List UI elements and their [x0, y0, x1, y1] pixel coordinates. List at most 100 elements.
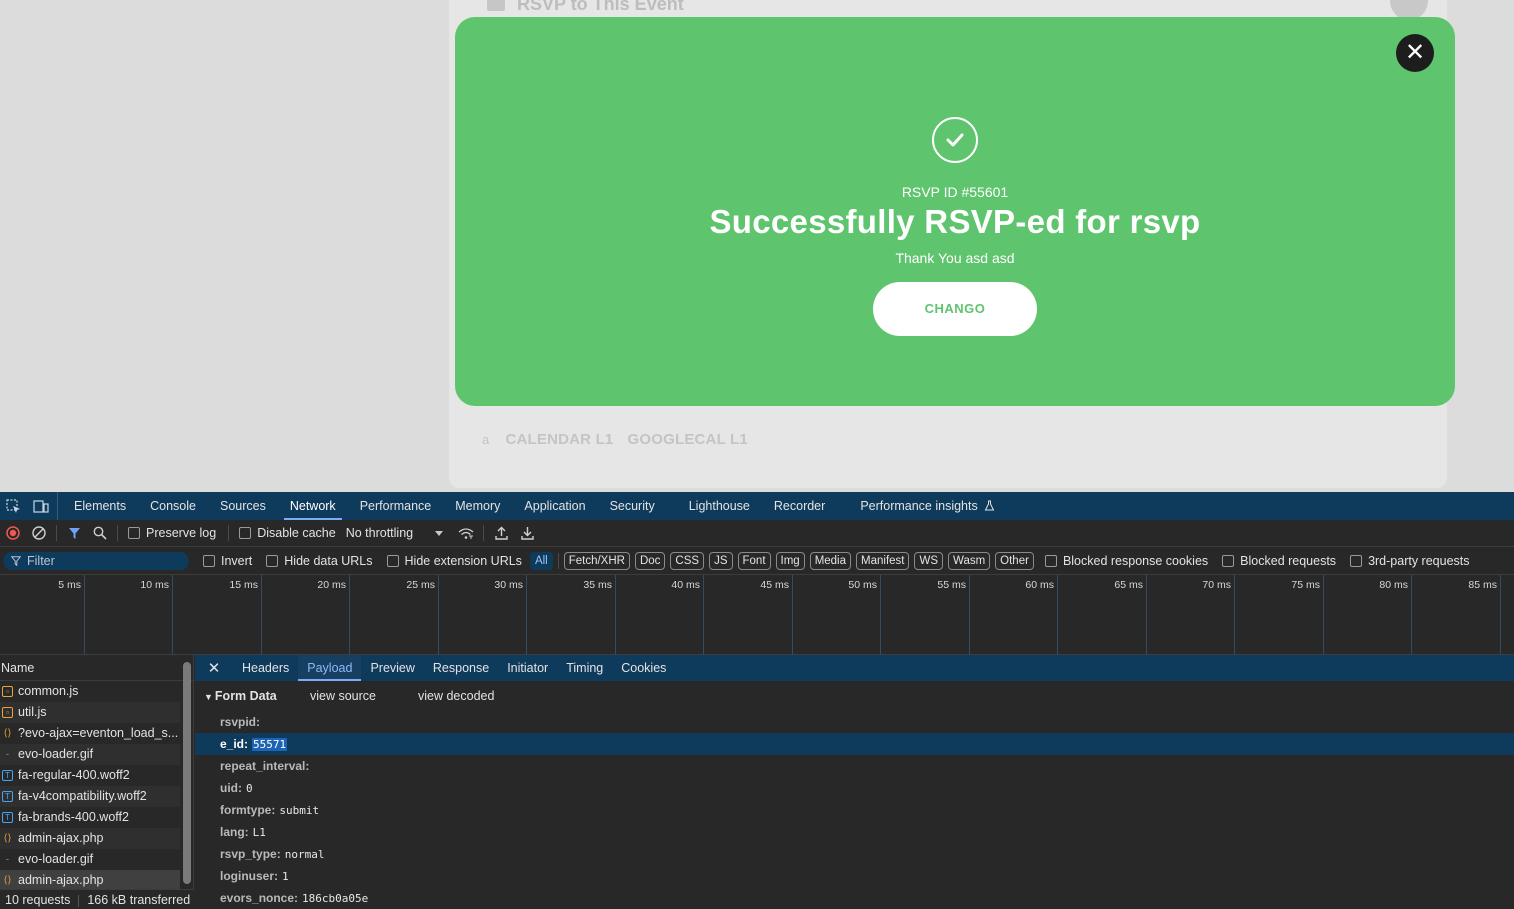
request-row[interactable]: - evo-loader.gif — [0, 744, 180, 765]
tab-timing[interactable]: Timing — [557, 655, 612, 681]
tab-recorder[interactable]: Recorder — [762, 492, 837, 520]
tab-elements[interactable]: Elements — [62, 492, 138, 520]
type-filter-all[interactable]: All — [529, 551, 553, 570]
change-rsvp-button[interactable]: CHANGO — [873, 282, 1037, 336]
form-data-row[interactable]: repeat_interval: — [195, 755, 1514, 777]
request-name: util.js — [18, 705, 47, 719]
form-data-row[interactable]: formtype: submit — [195, 799, 1514, 821]
check-circle-icon — [932, 117, 978, 163]
font-file-icon: T — [2, 812, 13, 823]
type-filter-other[interactable]: Other — [995, 551, 1034, 570]
tab-performance[interactable]: Performance — [348, 492, 444, 520]
form-data-row[interactable]: e_id: 55571 — [195, 733, 1514, 755]
device-toolbar-icon[interactable] — [33, 499, 49, 514]
blocked-response-cookies-checkbox[interactable]: Blocked response cookies — [1044, 554, 1208, 568]
form-data-row[interactable]: rsvpid: — [195, 711, 1514, 733]
type-filter-js[interactable]: JS — [709, 551, 733, 570]
tab-security[interactable]: Security — [598, 492, 667, 520]
tab-response[interactable]: Response — [424, 655, 498, 681]
form-key: formtype: — [220, 803, 276, 817]
request-row[interactable]: Tfa-regular-400.woff2 — [0, 765, 180, 786]
thank-you-text: Thank You asd asd — [895, 250, 1015, 266]
disable-cache-checkbox[interactable]: Disable cache — [239, 526, 336, 540]
throttling-select[interactable]: No throttling — [346, 526, 444, 540]
blocked-requests-checkbox[interactable]: Blocked requests — [1222, 554, 1336, 568]
form-data-row[interactable]: evors_nonce: 186cb0a05e — [195, 887, 1514, 909]
request-row[interactable]: Tfa-v4compatibility.woff2 — [0, 786, 180, 807]
form-key: evors_nonce: — [220, 891, 299, 905]
rsvp-success-modal: ✕ RSVP ID #55601 Successfully RSVP-ed fo… — [455, 17, 1455, 406]
filter-input[interactable]: Filter — [3, 551, 189, 570]
img-file-icon: - — [6, 854, 9, 864]
third-party-requests-checkbox[interactable]: 3rd-party requests — [1350, 554, 1470, 568]
type-filter-manifest[interactable]: Manifest — [856, 551, 910, 570]
network-timeline-overview[interactable]: 5 ms 10 ms 15 ms 20 ms 25 ms 30 ms 35 ms 40 ms 4… — [0, 575, 1514, 655]
tab-console[interactable]: Console — [138, 492, 208, 520]
tab-network[interactable]: Network — [278, 492, 348, 520]
request-name: fa-brands-400.woff2 — [18, 810, 129, 824]
xhr-file-icon: ⟨⟩ — [3, 728, 12, 739]
type-filter-css[interactable]: CSS — [670, 551, 705, 570]
clear-icon[interactable] — [26, 520, 52, 547]
close-icon[interactable]: ✕ — [195, 659, 233, 677]
request-row[interactable]: ⟨⟩ admin-ajax.php — [0, 870, 180, 891]
inspect-element-icon[interactable] — [6, 498, 21, 514]
success-headline: Successfully RSVP-ed for rsvp — [709, 203, 1201, 240]
font-file-icon: T — [2, 791, 13, 802]
form-data-row[interactable]: loginuser: 1 — [195, 865, 1514, 887]
form-data-row[interactable]: lang: L1 — [195, 821, 1514, 843]
type-filter-media[interactable]: Media — [809, 551, 852, 570]
import-har-icon[interactable] — [488, 520, 514, 547]
form-key: rsvpid: — [220, 715, 261, 729]
form-data-row[interactable]: uid: 0 — [195, 777, 1514, 799]
network-conditions-icon[interactable] — [453, 520, 479, 547]
tab-payload[interactable]: Payload — [298, 655, 362, 681]
tab-application[interactable]: Application — [512, 492, 597, 520]
request-row[interactable]: ▫ util.js — [0, 702, 180, 723]
tab-headers[interactable]: Headers — [233, 655, 298, 681]
form-value: 55571 — [252, 738, 288, 751]
tab-sources[interactable]: Sources — [208, 492, 278, 520]
form-value: 1 — [282, 870, 289, 883]
search-icon[interactable] — [87, 520, 113, 547]
tab-initiator[interactable]: Initiator — [498, 655, 557, 681]
tab-cookies[interactable]: Cookies — [612, 655, 675, 681]
type-filter-wasm[interactable]: Wasm — [948, 551, 991, 570]
preserve-log-checkbox[interactable]: Preserve log — [128, 526, 216, 540]
invert-checkbox[interactable]: Invert — [203, 554, 252, 568]
request-row[interactable]: ⟨⟩ admin-ajax.php — [0, 828, 180, 849]
form-data-row[interactable]: rsvp_type: normal — [195, 843, 1514, 865]
img-file-icon: - — [6, 749, 9, 759]
view-source-link[interactable]: view source — [310, 689, 376, 703]
record-stop-icon[interactable] — [0, 520, 26, 547]
calendar-icon: a — [482, 432, 490, 447]
type-filter-img[interactable]: Img — [775, 551, 805, 570]
hide-extension-urls-checkbox[interactable]: Hide extension URLs — [386, 554, 522, 568]
view-decoded-link[interactable]: view decoded — [418, 689, 494, 703]
filter-funnel-icon[interactable] — [61, 520, 87, 547]
calendar-link[interactable]: CALENDAR L1 — [505, 431, 613, 448]
form-data-toggle[interactable]: ▼ Form Data — [204, 689, 310, 703]
request-row[interactable]: - evo-loader.gif — [0, 849, 180, 870]
hide-data-urls-checkbox[interactable]: Hide data URLs — [266, 554, 373, 568]
type-filter-doc[interactable]: Doc — [634, 551, 666, 570]
tab-performance-insights[interactable]: Performance insights — [848, 492, 1007, 520]
tab-lighthouse[interactable]: Lighthouse — [677, 492, 762, 520]
calendar-links: a CALENDAR L1 GOOGLECAL L1 — [482, 431, 748, 448]
type-filter-font[interactable]: Font — [737, 551, 771, 570]
type-filter-fetch-xhr[interactable]: Fetch/XHR — [563, 551, 630, 570]
export-har-icon[interactable] — [514, 520, 540, 547]
googlecal-link[interactable]: GOOGLECAL L1 — [627, 431, 747, 448]
request-name: evo-loader.gif — [18, 747, 94, 761]
form-value: 186cb0a05e — [302, 892, 369, 905]
request-row[interactable]: ⟨⟩ ?evo-ajax=eventon_load_s... — [0, 723, 180, 744]
tab-memory[interactable]: Memory — [443, 492, 512, 520]
request-list-scrollbar[interactable] — [183, 662, 191, 884]
request-row[interactable]: Tfa-brands-400.woff2 — [0, 807, 180, 828]
tab-preview[interactable]: Preview — [361, 655, 423, 681]
request-list: Name ▫ common.js ▫ util.js ⟨⟩ ?evo-ajax=event… — [0, 655, 194, 909]
type-filter-ws[interactable]: WS — [914, 551, 944, 570]
name-column-header[interactable]: Name — [0, 655, 193, 681]
close-icon[interactable]: ✕ — [1396, 34, 1434, 72]
request-row[interactable]: ▫ common.js — [0, 681, 180, 702]
